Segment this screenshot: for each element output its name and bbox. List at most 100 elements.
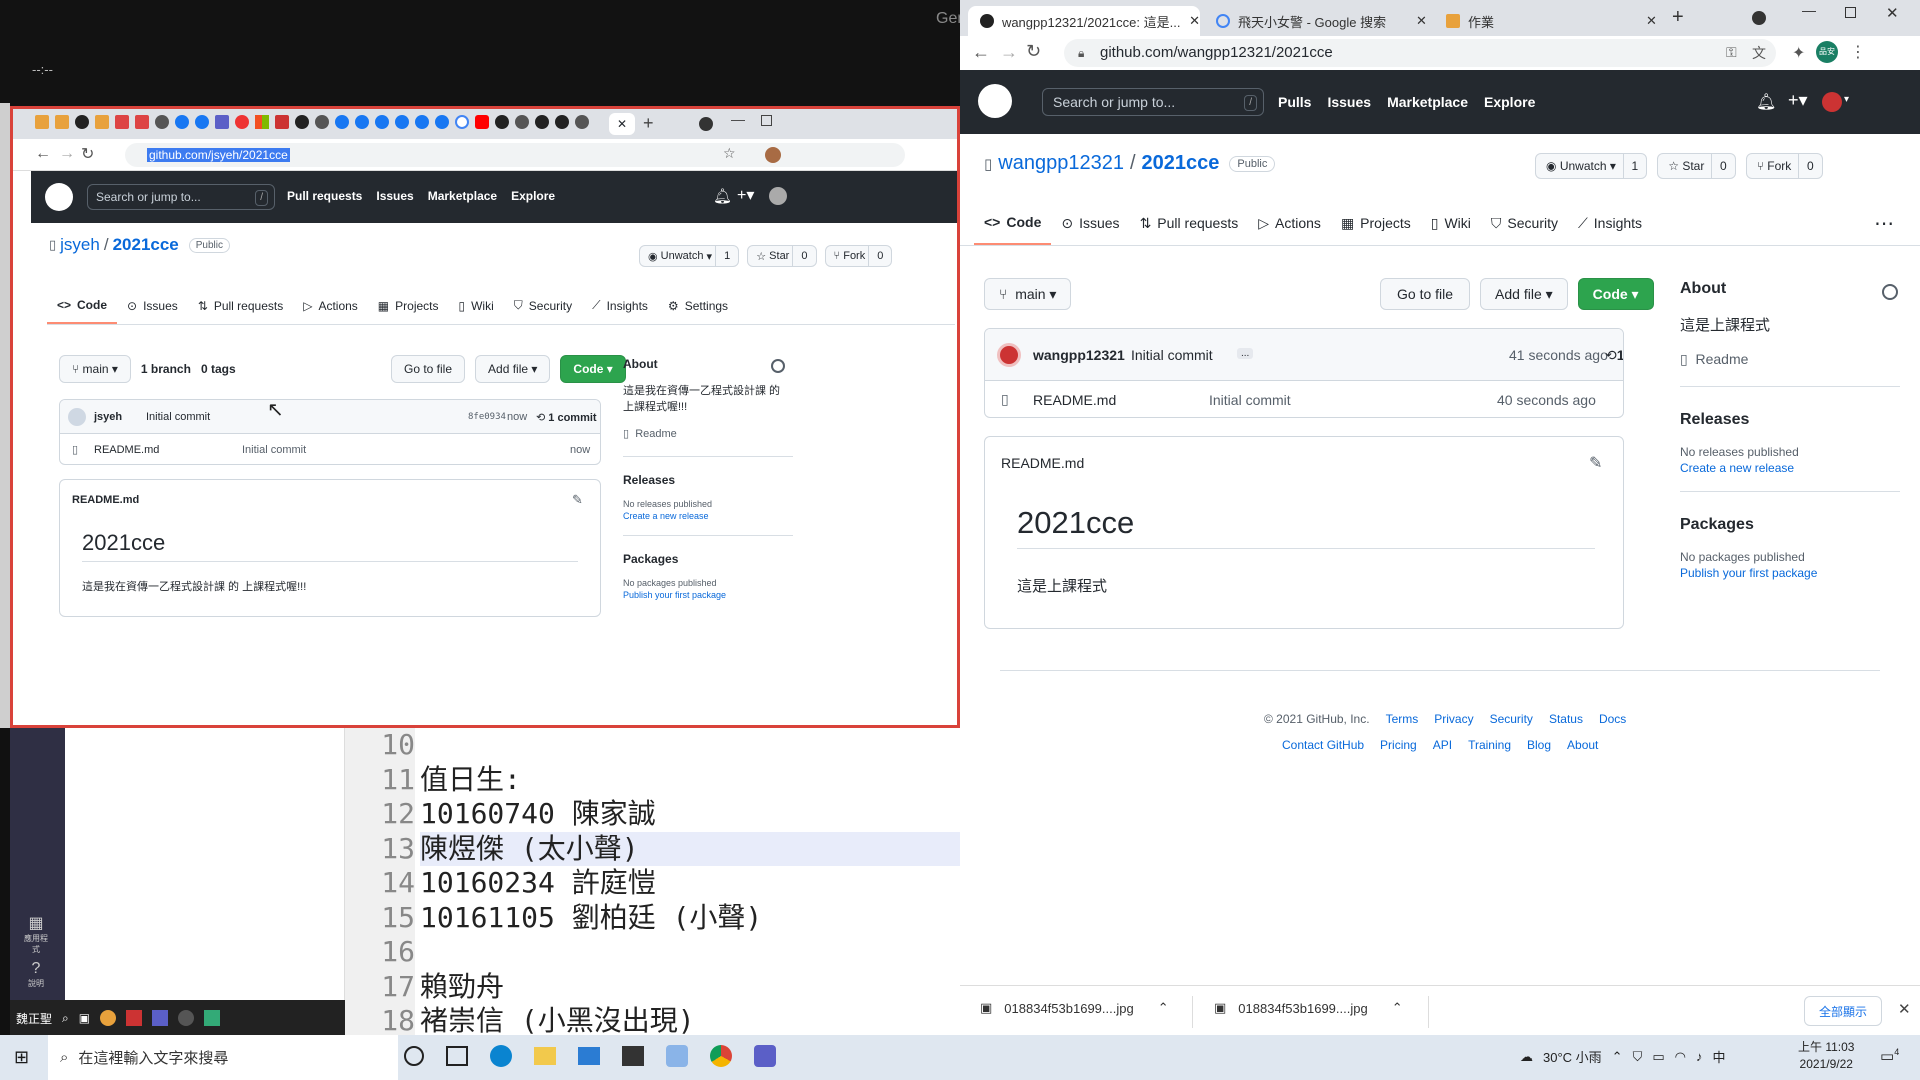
tab-actions[interactable]: ▷ Actions <box>293 287 368 324</box>
facebook-tab-icon[interactable] <box>195 115 209 129</box>
footer-link-security[interactable]: Security <box>1490 712 1533 726</box>
footer-link-terms[interactable]: Terms <box>1386 712 1419 726</box>
url-input[interactable]: github.com/jsyeh/2021cce <box>125 143 905 167</box>
chevron-up-icon[interactable]: ⌃ <box>1392 1000 1403 1016</box>
commit-author[interactable]: wangpp12321 <box>1033 347 1125 363</box>
reload-icon[interactable]: ↻ <box>1026 41 1041 62</box>
more-menu-icon[interactable]: ⋯ <box>1874 211 1894 236</box>
file-name-link[interactable]: README.md <box>94 444 159 456</box>
facebook-tab-icon[interactable] <box>335 115 349 129</box>
notification-center-icon[interactable]: ▭4 <box>1880 1047 1899 1065</box>
readme-link[interactable]: ▯ Readme <box>623 427 793 440</box>
create-new-icon[interactable]: +▾ <box>737 185 754 205</box>
tab-favicon-icon[interactable] <box>35 115 49 129</box>
search-input[interactable]: Search or jump to... / <box>1042 88 1264 116</box>
star-button[interactable]: ☆ Star 0 <box>1657 153 1736 179</box>
tab-issues[interactable]: ⊙ Issues <box>117 287 188 324</box>
tab-pull-requests[interactable]: ⇅ Pull requests <box>188 287 293 324</box>
back-icon[interactable]: ← <box>972 42 990 63</box>
key-icon[interactable]: ⚿ <box>1726 44 1737 61</box>
file-commit-message[interactable]: Initial commit <box>1209 392 1291 408</box>
create-release-link[interactable]: Create a new release <box>623 511 793 521</box>
store-icon[interactable] <box>622 1046 644 1066</box>
new-tab-icon[interactable]: + <box>643 113 654 134</box>
chevron-up-icon[interactable]: ⌃ <box>1612 1049 1623 1065</box>
repo-owner-link[interactable]: jsyeh <box>60 235 100 255</box>
publish-package-link[interactable]: Publish your first package <box>623 590 793 600</box>
commit-count-link[interactable]: ⟲ 1 commit <box>536 411 597 424</box>
tab-favicon-icon[interactable] <box>95 115 109 129</box>
go-to-file-button[interactable]: Go to file <box>391 355 466 383</box>
github-tab-icon[interactable] <box>555 115 569 129</box>
bookmark-star-icon[interactable]: ☆ <box>723 145 736 162</box>
tab-search-icon[interactable] <box>699 117 713 131</box>
about-settings-gear-icon[interactable] <box>1882 284 1898 300</box>
create-release-link[interactable]: Create a new release <box>1680 461 1900 475</box>
close-window-icon[interactable]: ✕ <box>1886 4 1899 22</box>
commit-author[interactable]: jsyeh <box>94 411 122 423</box>
commit-message[interactable]: Initial commit <box>1131 347 1213 363</box>
tab-favicon-icon[interactable] <box>55 115 69 129</box>
maximize-icon[interactable] <box>1845 7 1856 18</box>
commit-count-link[interactable]: ⟲1 <box>1605 347 1623 364</box>
tab-security[interactable]: ⛉ Security <box>504 287 582 324</box>
forward-icon[interactable]: → <box>1000 42 1018 63</box>
reload-icon[interactable]: ↻ <box>81 144 94 164</box>
github-tab-icon[interactable] <box>295 115 309 129</box>
chrome-icon[interactable] <box>100 1010 117 1026</box>
close-tab-icon[interactable]: ✕ <box>1416 13 1427 29</box>
forward-icon[interactable]: → <box>59 145 75 163</box>
footer-link-blog[interactable]: Blog <box>1527 738 1551 752</box>
nav-pulls[interactable]: Pulls <box>1278 94 1311 110</box>
facebook-tab-icon[interactable] <box>175 115 189 129</box>
notification-bell-icon[interactable]: 🔔︎ <box>713 187 732 205</box>
edit-pencil-icon[interactable]: ✎ <box>1589 453 1602 473</box>
code-dropdown-button[interactable]: Code ▾ <box>560 355 626 383</box>
add-file-button[interactable]: Add file ▾ <box>1480 278 1568 310</box>
facebook-tab-icon[interactable] <box>375 115 389 129</box>
app-icon[interactable] <box>666 1045 688 1067</box>
profile-avatar-icon[interactable] <box>765 147 781 163</box>
footer-link-docs[interactable]: Docs <box>1599 712 1626 726</box>
task-view-icon[interactable]: ▣ <box>79 1011 90 1025</box>
tab-security[interactable]: ⛉ Security <box>1481 201 1568 245</box>
globe-tab-icon[interactable] <box>575 115 589 129</box>
nav-marketplace[interactable]: Marketplace <box>428 189 497 203</box>
url-input[interactable]: 🔒︎ github.com/wangpp12321/2021cce <box>1064 39 1776 67</box>
mail-icon[interactable] <box>578 1047 600 1065</box>
windows-start-icon[interactable]: ⊞ <box>14 1047 29 1068</box>
tab-wiki[interactable]: ▯ Wiki <box>1421 201 1481 245</box>
close-tab-icon[interactable]: ✕ <box>1646 13 1657 29</box>
globe-tab-icon[interactable] <box>315 115 329 129</box>
readme-link[interactable]: ▯ Readme <box>1680 351 1900 368</box>
add-file-button[interactable]: Add file ▾ <box>475 355 551 383</box>
weather-icon[interactable]: ☁ <box>1520 1049 1533 1065</box>
close-tab-icon[interactable]: ✕ <box>609 113 635 135</box>
volume-icon[interactable]: ♪ <box>1696 1049 1703 1064</box>
tab-settings[interactable]: ⚙ Settings <box>658 287 738 324</box>
branch-select-button[interactable]: ⑂ main ▾ <box>59 355 131 383</box>
edit-pencil-icon[interactable]: ✎ <box>572 492 583 508</box>
new-tab-icon[interactable]: + <box>1672 6 1684 29</box>
facebook-tab-icon[interactable] <box>435 115 449 129</box>
teams-icon[interactable] <box>754 1045 776 1067</box>
help-button[interactable]: ? 說明 <box>24 960 48 989</box>
tab-homework[interactable]: 作業 ✕ <box>1434 6 1658 36</box>
globe-tab-icon[interactable] <box>155 115 169 129</box>
github-tab-icon[interactable] <box>535 115 549 129</box>
about-settings-gear-icon[interactable] <box>771 359 785 373</box>
footer-link-privacy[interactable]: Privacy <box>1434 712 1473 726</box>
tab-actions[interactable]: ▷ Actions <box>1248 201 1331 245</box>
cortana-icon[interactable] <box>404 1046 424 1066</box>
security-icon[interactable]: ⛉ <box>1633 1049 1643 1065</box>
close-downloads-icon[interactable]: ✕ <box>1898 1000 1911 1018</box>
translate-icon[interactable]: 文 <box>1752 43 1766 63</box>
repo-name-link[interactable]: 2021cce <box>113 235 179 255</box>
teams-tab-icon[interactable] <box>215 115 229 129</box>
footer-link-about[interactable]: About <box>1567 738 1598 752</box>
battery-icon[interactable]: ▭ <box>1652 1049 1664 1065</box>
repo-name-link[interactable]: 2021cce <box>1142 152 1220 175</box>
globe-tab-icon[interactable] <box>515 115 529 129</box>
youtube-tab-icon[interactable] <box>475 115 489 129</box>
profile-avatar-icon[interactable]: 品安 <box>1816 41 1838 63</box>
